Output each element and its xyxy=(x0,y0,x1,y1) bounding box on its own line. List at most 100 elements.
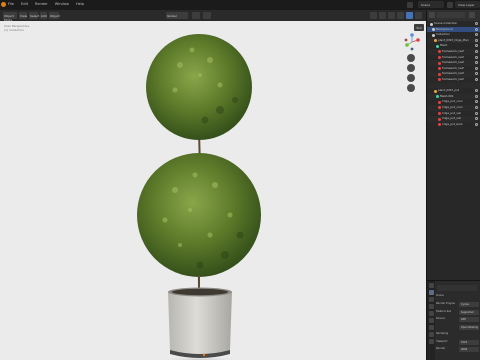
material-icon xyxy=(438,72,441,76)
material-icon xyxy=(438,61,441,65)
visibility-eye-icon[interactable] xyxy=(475,72,478,76)
visibility-eye-icon[interactable] xyxy=(475,66,478,70)
property-value-field[interactable]: Cycles xyxy=(459,302,479,307)
render-tab-icon[interactable] xyxy=(428,290,434,295)
property-label: Device xyxy=(436,317,445,320)
material-icon xyxy=(438,67,441,71)
concrete-pot xyxy=(168,289,232,354)
menu-view[interactable]: View xyxy=(19,12,27,19)
visibility-eye-icon[interactable] xyxy=(475,61,478,65)
outliner-panel: Scene Collection Background Collection plan… xyxy=(426,10,480,280)
visibility-eye-icon[interactable] xyxy=(475,49,478,53)
visibility-eye-icon[interactable] xyxy=(475,111,478,115)
transform-orientation-selector[interactable]: Global xyxy=(166,12,188,19)
property-value-field[interactable]: 4096 xyxy=(459,347,479,352)
property-value-field[interactable]: Supported xyxy=(459,309,479,315)
menu-window[interactable]: Window xyxy=(55,2,69,6)
menu-add[interactable]: Add xyxy=(40,12,47,19)
collection-icon xyxy=(432,33,435,37)
mode-selector[interactable]: Object Mode xyxy=(3,12,17,22)
menu-file[interactable]: File xyxy=(8,2,14,6)
visibility-eye-icon[interactable] xyxy=(475,27,478,31)
property-label: Render xyxy=(436,347,446,350)
view-layer-tab-icon[interactable] xyxy=(428,304,434,309)
menu-help[interactable]: Help xyxy=(76,2,84,6)
visibility-eye-icon[interactable] xyxy=(475,94,478,98)
property-label: Feature Set xyxy=(436,309,451,313)
outliner-tree: Scene Collection Background Collection plan… xyxy=(427,21,480,127)
proportional-edit-toggle[interactable] xyxy=(203,12,211,19)
material-tab-icon[interactable] xyxy=(428,339,434,344)
property-value-field[interactable]: 1024 xyxy=(459,339,479,345)
visibility-eye-icon[interactable] xyxy=(475,38,478,42)
xray-toggle-icon[interactable] xyxy=(379,12,386,19)
tool-panel-button[interactable]: Tool xyxy=(414,24,424,31)
editor-type-icon[interactable] xyxy=(429,12,435,18)
outliner-header xyxy=(427,10,480,21)
outliner-search-field[interactable] xyxy=(437,12,465,18)
collection-info: (1) Collection xyxy=(4,28,25,32)
visibility-eye-icon[interactable] xyxy=(475,89,478,93)
visibility-eye-icon[interactable] xyxy=(475,100,478,104)
property-label: Viewport xyxy=(436,339,448,343)
pan-icon[interactable] xyxy=(407,64,415,72)
visibility-eye-icon[interactable] xyxy=(475,55,478,59)
y-axis-icon[interactable] xyxy=(405,43,409,47)
output-tab-icon[interactable] xyxy=(428,297,434,302)
property-value-field[interactable]: GPU xyxy=(459,317,479,322)
view-layer-icon[interactable] xyxy=(447,2,453,8)
z-axis-icon[interactable] xyxy=(410,33,414,37)
material-icon xyxy=(438,56,441,60)
visibility-eye-icon[interactable] xyxy=(475,117,478,121)
3d-viewport[interactable]: Object Mode View Select Add Object Globa… xyxy=(0,10,426,360)
material-shading-icon[interactable] xyxy=(406,12,413,19)
visibility-eye-icon[interactable] xyxy=(475,44,478,48)
scene-icon[interactable] xyxy=(407,2,413,8)
menu-render[interactable]: Render xyxy=(35,2,48,6)
menu-select[interactable]: Select xyxy=(29,12,39,19)
material-icon xyxy=(438,78,441,82)
modifier-tab-icon[interactable] xyxy=(428,332,434,337)
solid-shading-icon[interactable] xyxy=(397,12,404,19)
rendered-shading-icon[interactable] xyxy=(415,12,422,19)
overlay-toggle-icon[interactable] xyxy=(370,12,377,19)
menu-edit[interactable]: Edit xyxy=(21,2,28,6)
scene-selector[interactable]: Scene xyxy=(418,1,444,8)
object-icon xyxy=(434,89,437,93)
scene-tab-icon[interactable] xyxy=(428,311,434,316)
menu-object[interactable]: Object xyxy=(49,12,60,19)
ortho-toggle-icon[interactable] xyxy=(407,84,415,92)
visibility-eye-icon[interactable] xyxy=(475,33,478,37)
world-tab-icon[interactable] xyxy=(428,318,434,323)
properties-search[interactable] xyxy=(437,285,477,291)
object-origin-icon[interactable] xyxy=(202,353,206,357)
property-value-field[interactable]: Open Shading xyxy=(459,324,479,330)
collection-icon xyxy=(430,22,433,26)
main-menu: File Edit Render Window Help xyxy=(8,2,84,6)
object-tab-icon[interactable] xyxy=(428,325,434,330)
view-layer-selector[interactable]: View Layer xyxy=(455,1,480,8)
zoom-icon[interactable] xyxy=(407,54,415,62)
outliner-row[interactable]: Cliga_pot_bark xyxy=(427,122,480,128)
navigation-gizmo[interactable] xyxy=(402,32,422,52)
neg-x-axis-icon[interactable] xyxy=(404,38,408,42)
x-axis-icon[interactable] xyxy=(416,38,420,42)
visibility-eye-icon[interactable] xyxy=(475,77,478,81)
camera-view-icon[interactable] xyxy=(407,74,415,82)
material-icon xyxy=(438,112,441,115)
wireframe-shading-icon[interactable] xyxy=(388,12,395,19)
tool-tab-icon[interactable] xyxy=(428,283,434,288)
pot-soil xyxy=(172,288,228,296)
visibility-eye-icon[interactable] xyxy=(475,122,478,126)
upper-foliage-ball xyxy=(146,34,252,140)
visibility-eye-icon[interactable] xyxy=(475,105,478,109)
properties-tabs xyxy=(427,281,435,360)
topiary-plant-render xyxy=(137,34,261,360)
snap-toggle[interactable] xyxy=(192,12,200,19)
filter-icon[interactable] xyxy=(469,12,475,18)
blender-logo-icon[interactable] xyxy=(1,2,6,7)
visibility-eye-icon[interactable] xyxy=(475,22,478,25)
neg-z-axis-icon[interactable] xyxy=(410,47,414,51)
top-menu-bar: File Edit Render Window Help Scene View … xyxy=(0,0,480,10)
mesh-icon xyxy=(436,95,439,99)
